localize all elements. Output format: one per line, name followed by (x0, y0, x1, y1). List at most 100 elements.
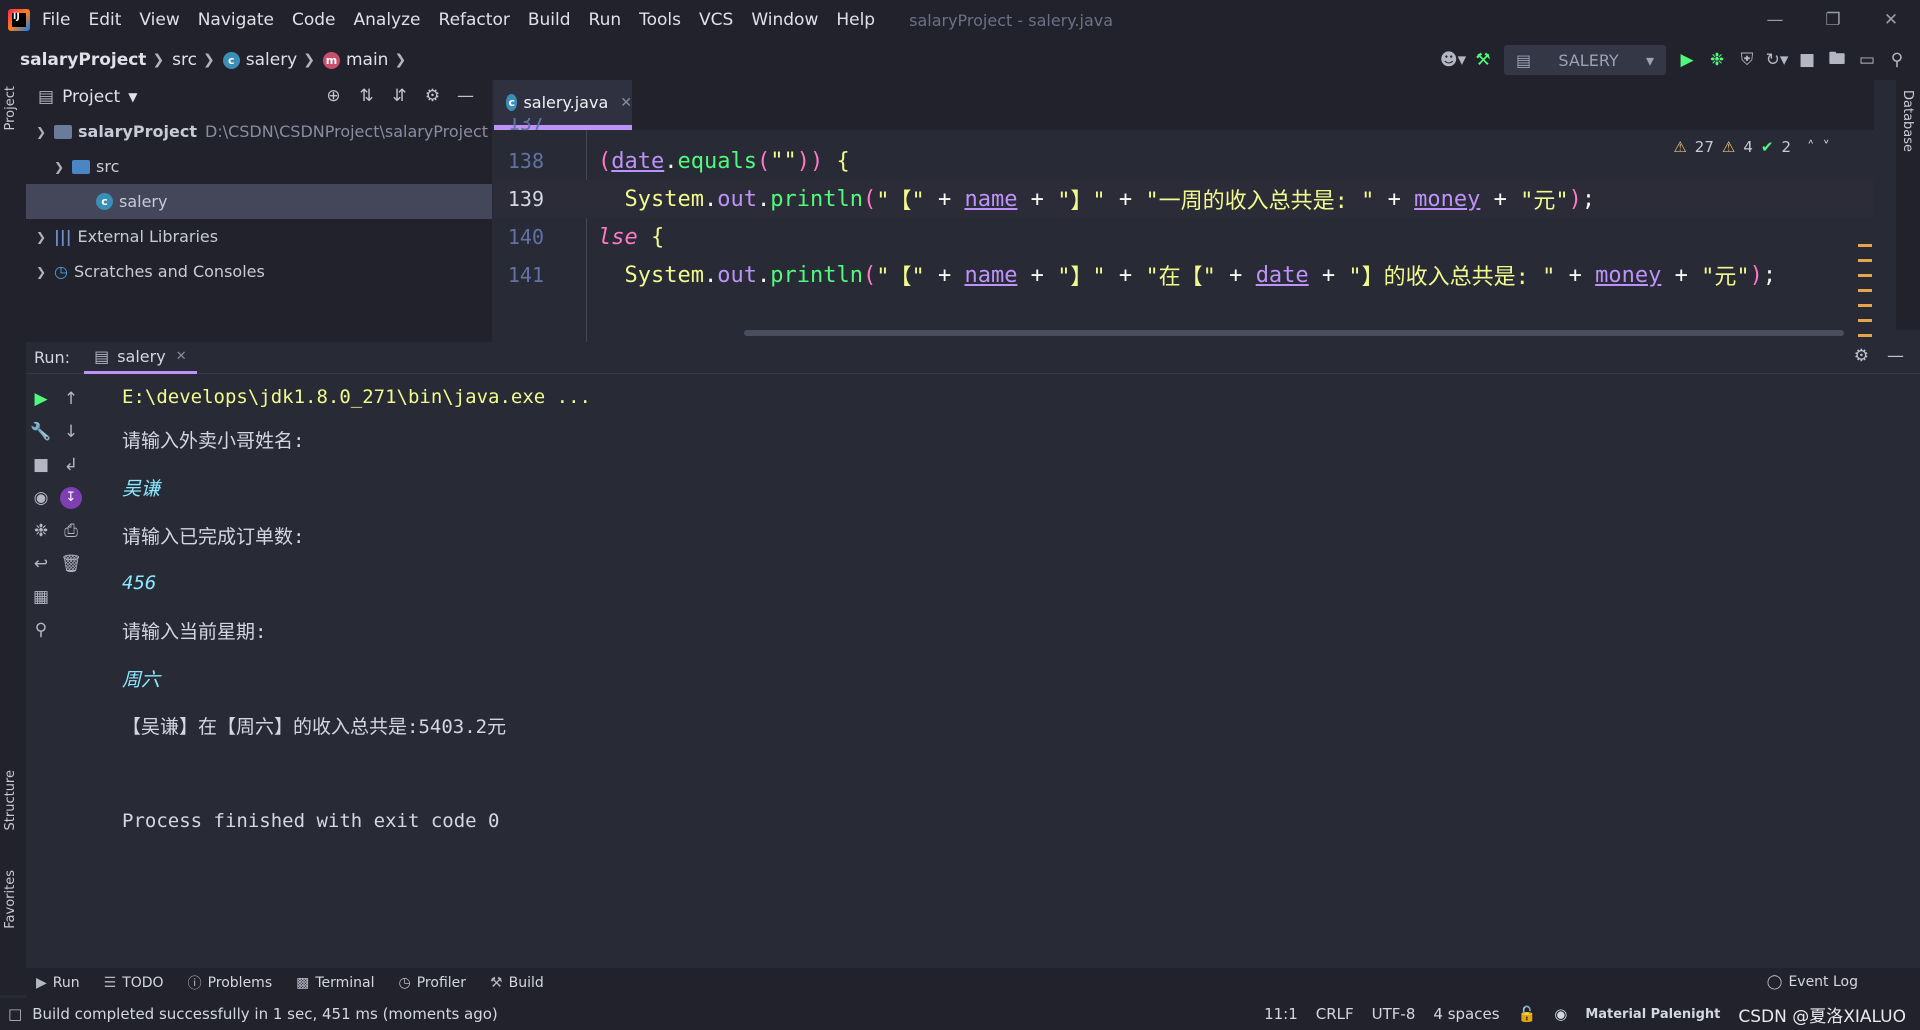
project-structure-icon[interactable]: 🖿 (1822, 45, 1852, 75)
hide-icon[interactable]: — (449, 86, 482, 106)
run-config-label: SALERY (1558, 50, 1619, 70)
chevron-right-icon: ❯ (35, 229, 47, 244)
presentation-icon[interactable]: ▭ (1852, 45, 1882, 75)
console-icon: ▤ (94, 346, 110, 366)
menu-tools[interactable]: Tools (639, 10, 681, 30)
locate-icon[interactable]: ⊕ (317, 86, 350, 106)
caret-position[interactable]: 11:1 (1264, 1005, 1298, 1023)
project-view-title[interactable]: Project (62, 87, 120, 107)
unlock-icon[interactable]: 🔓 (1518, 1005, 1537, 1023)
code-line-141: 141 System. out. println("【" + name + "】" … (494, 256, 1874, 294)
exit-icon[interactable]: ↩ (26, 547, 56, 580)
breadcrumb-project[interactable]: salaryProject (20, 50, 146, 70)
tree-item-project-root[interactable]: ❯ salaryProject D:\CSDN\CSDNProject\sala… (26, 114, 492, 149)
run-icon[interactable]: ▶ (1672, 45, 1702, 75)
terminal-tool-button[interactable]: ▩ Terminal (296, 975, 374, 991)
restore-button[interactable]: ❐ (1804, 0, 1862, 40)
chevron-down-icon[interactable]: ▼ (128, 90, 137, 104)
bottom-tool-bar: ▶ Run ☰ TODO ⓘ Problems ▩ Terminal ◷ Profiler… (26, 968, 1920, 998)
breadcrumb-src[interactable]: src (172, 50, 197, 70)
soft-wrap-icon[interactable]: ↲ (56, 448, 86, 481)
menu-code[interactable]: Code (292, 10, 336, 30)
project-tool-tab[interactable]: Project (3, 86, 18, 130)
indent-setting[interactable]: 4 spaces (1433, 1005, 1499, 1023)
coverage-icon[interactable]: ⛨ (1732, 45, 1762, 75)
terminal-icon: ▩ (296, 975, 310, 991)
profiler-tool-button[interactable]: ◷ Profiler (399, 975, 467, 991)
breadcrumb-class[interactable]: c salery (222, 50, 297, 70)
console-prompt-name: 请输入外卖小哥姓名: (122, 430, 305, 453)
status-message[interactable]: Build completed successfully in 1 sec, 4… (32, 1005, 498, 1023)
menu-view[interactable]: View (139, 10, 179, 30)
expand-all-icon[interactable]: ⇅ (350, 86, 383, 106)
user-icon[interactable]: ☻▾ (1438, 45, 1468, 75)
pin-icon[interactable]: ⚲ (26, 613, 56, 646)
build-hammer-icon[interactable]: ⚒ (1468, 45, 1498, 75)
stop-icon[interactable]: ■ (1792, 45, 1822, 75)
structure-tool-tab[interactable]: Structure (3, 770, 18, 830)
code-line-137: 137 (494, 118, 1874, 142)
wrench-icon[interactable]: 🔧 (26, 415, 56, 448)
horizontal-scrollbar[interactable] (744, 330, 1844, 336)
minimize-button[interactable]: — (1746, 0, 1804, 40)
line-separator[interactable]: CRLF (1316, 1005, 1354, 1023)
console-output[interactable]: E:\develops\jdk1.8.0_271\bin\java.exe ..… (122, 378, 591, 845)
profiler-icon: ◷ (398, 975, 411, 991)
collapse-all-icon[interactable]: ⇵ (383, 86, 416, 106)
menu-vcs[interactable]: VCS (699, 10, 733, 30)
run-tab-salery[interactable]: ▤ salery ✕ (84, 342, 197, 374)
database-tool-tab[interactable]: Database (1900, 90, 1915, 152)
run-configuration-select[interactable]: ▤ SALERY ▾ (1504, 45, 1666, 75)
inspection-profile-icon[interactable]: ◉ (1554, 1005, 1567, 1023)
favorites-tool-tab[interactable]: Favorites (3, 870, 18, 929)
menu-build[interactable]: Build (528, 10, 571, 30)
tree-item-src[interactable]: ❯ src (26, 149, 492, 184)
menu-file[interactable]: File (42, 10, 70, 30)
todo-tool-label: TODO (122, 975, 164, 991)
menu-edit[interactable]: Edit (88, 10, 121, 30)
error-stripe[interactable] (1858, 244, 1872, 342)
run-tool-button[interactable]: ▶ Run (36, 975, 80, 991)
arrow-down-icon[interactable]: ↓ (56, 415, 86, 448)
menu-analyze[interactable]: Analyze (354, 10, 421, 30)
file-encoding[interactable]: UTF-8 (1372, 1005, 1416, 1023)
menu-window[interactable]: Window (751, 10, 818, 30)
todo-tool-button[interactable]: ☰ TODO (104, 975, 164, 991)
hide-icon[interactable]: — (1887, 346, 1904, 366)
close-icon[interactable]: ✕ (620, 95, 632, 111)
layout-icon[interactable]: ▦ (26, 580, 56, 613)
code-line-140: 140 lse { (494, 218, 1874, 256)
close-icon[interactable]: ✕ (176, 349, 187, 364)
stop-icon[interactable]: ■ (26, 448, 56, 481)
menu-help[interactable]: Help (836, 10, 875, 30)
profile-icon[interactable]: ↻▾ (1762, 45, 1792, 75)
bug-icon[interactable]: ❉ (26, 514, 56, 547)
search-icon[interactable]: ⚲ (1882, 45, 1912, 75)
event-log-button[interactable]: ◯ Event Log (1767, 974, 1858, 990)
arrow-up-icon[interactable]: ↑ (56, 382, 86, 415)
theme-widget[interactable]: Material Palenight (1585, 1007, 1720, 1022)
scroll-to-end-icon[interactable]: ↧ (56, 481, 86, 514)
status-toggle-icon[interactable]: □ (8, 1005, 22, 1023)
breadcrumb-method[interactable]: m main (322, 50, 388, 70)
menu-navigate[interactable]: Navigate (198, 10, 274, 30)
close-window-button[interactable]: ✕ (1862, 0, 1920, 40)
project-panel-header: ▤ Project ▼ ⊕ ⇅ ⇵ ⚙ — (26, 80, 492, 114)
camera-icon[interactable]: ◉ (26, 481, 56, 514)
tree-item-external-libraries[interactable]: ❯ ||| External Libraries (26, 219, 492, 254)
build-tool-button[interactable]: ⚒ Build (490, 975, 544, 991)
debug-icon[interactable]: ❉ (1702, 45, 1732, 75)
tree-item-scratches[interactable]: ❯ ◷ Scratches and Consoles (26, 254, 492, 289)
menu-run[interactable]: Run (589, 10, 622, 30)
problems-tool-button[interactable]: ⓘ Problems (188, 973, 273, 993)
code-editor[interactable]: c salery.java ✕ ⚠ 27 ⚠ 4 ✔ 2 ˄ ˅ 137 138(da… (494, 80, 1874, 342)
menu-refactor[interactable]: Refactor (439, 10, 510, 30)
tree-item-salery[interactable]: c salery (26, 184, 492, 219)
project-view-icon: ▤ (38, 87, 55, 107)
gear-icon[interactable]: ⚙ (1854, 346, 1869, 366)
print-icon[interactable]: ⎙ (56, 514, 86, 547)
rerun-icon[interactable]: ▶ (26, 382, 56, 415)
trash-icon[interactable]: 🗑 (56, 547, 86, 580)
gear-icon[interactable]: ⚙ (416, 86, 449, 106)
run-tool-label: Run (52, 975, 80, 991)
